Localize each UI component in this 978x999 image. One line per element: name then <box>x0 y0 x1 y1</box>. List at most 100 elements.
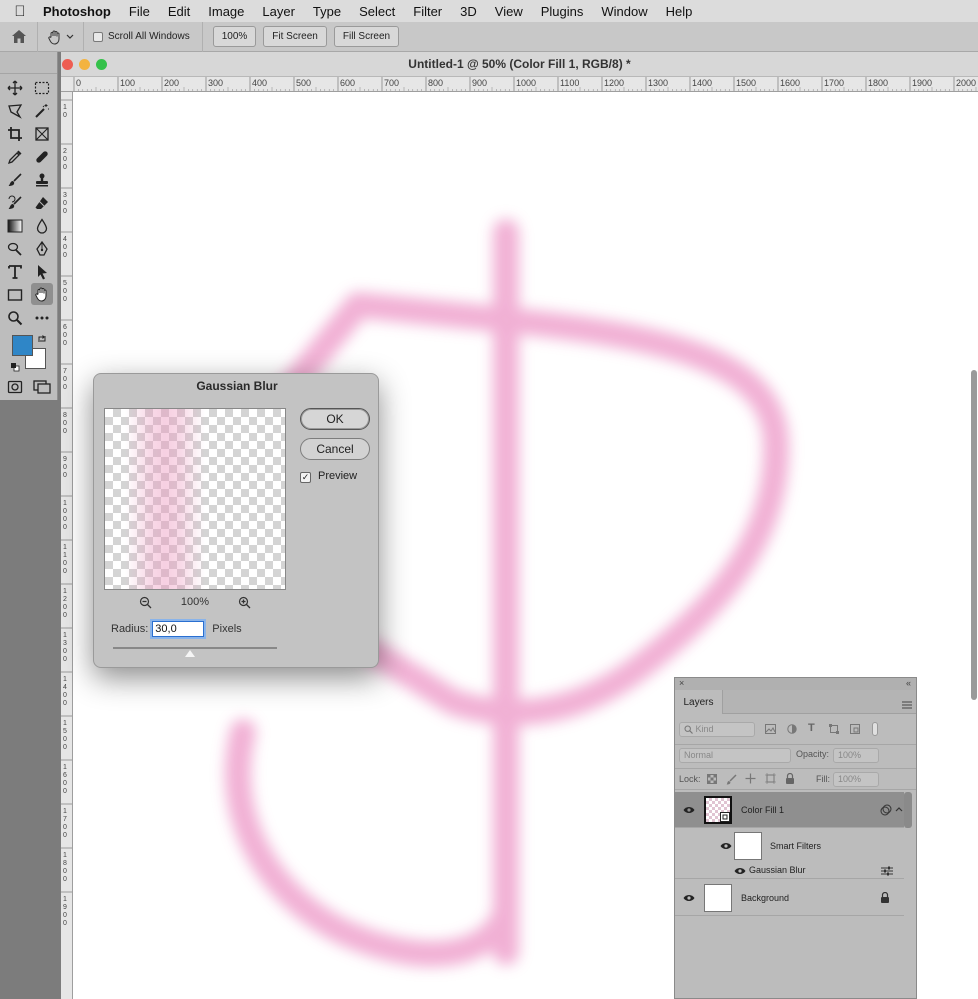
more-icon <box>35 316 49 320</box>
opacity-field[interactable]: 100% <box>833 748 879 763</box>
type-tool[interactable] <box>4 262 26 282</box>
ruler-left-label: 0 <box>63 920 67 927</box>
lock-position-icon[interactable] <box>745 773 756 784</box>
preview-checkbox[interactable]: ✓ <box>300 472 311 483</box>
ruler-left-label: 0 <box>63 200 67 207</box>
pen-tool[interactable] <box>31 239 53 259</box>
brush-tool[interactable] <box>4 170 26 190</box>
dodge-tool[interactable] <box>4 239 26 259</box>
layer-background[interactable]: Background <box>675 880 904 916</box>
ruler-top-label: 1900 <box>912 78 932 88</box>
panel-menu-button[interactable] <box>902 696 912 714</box>
menu-layer[interactable]: Layer <box>253 4 304 19</box>
menu-edit[interactable]: Edit <box>159 4 199 19</box>
filter-kind-select[interactable]: Kind <box>679 722 755 737</box>
smart-filter-mask-thumbnail[interactable] <box>734 832 762 860</box>
fit-screen-button[interactable]: Fit Screen <box>263 26 327 47</box>
menu-help[interactable]: Help <box>657 4 702 19</box>
expand-icon[interactable]: « <box>906 678 911 688</box>
healing-brush-tool[interactable] <box>31 147 53 167</box>
menu-select[interactable]: Select <box>350 4 404 19</box>
hand-icon <box>35 287 47 302</box>
crop-tool[interactable] <box>4 124 26 144</box>
gaussian-blur-filter-row[interactable]: Gaussian Blur <box>675 863 904 879</box>
menu-plugins[interactable]: Plugins <box>532 4 593 19</box>
filter-adjustment-icon[interactable] <box>787 724 797 734</box>
blur-tool[interactable] <box>31 216 53 236</box>
layer-color-fill-1[interactable]: Color Fill 1 <box>675 792 904 828</box>
eye-icon[interactable] <box>683 894 695 902</box>
history-brush-tool[interactable] <box>4 193 26 213</box>
eraser-tool[interactable] <box>31 193 53 213</box>
frame-tool[interactable] <box>31 124 53 144</box>
smart-filter-indicator-icon[interactable] <box>880 804 892 816</box>
eye-icon[interactable] <box>720 842 732 850</box>
move-tool[interactable] <box>4 78 26 98</box>
lasso-tool[interactable] <box>4 101 26 121</box>
eye-icon[interactable] <box>683 806 695 814</box>
home-button[interactable] <box>0 21 38 52</box>
clone-stamp-tool[interactable] <box>31 170 53 190</box>
hand-tool[interactable] <box>31 283 53 305</box>
default-colors-button[interactable] <box>8 360 22 374</box>
menu-app-photoshop[interactable]: Photoshop <box>40 4 120 19</box>
tool-preset-picker[interactable] <box>38 21 84 52</box>
menu-type[interactable]: Type <box>304 4 350 19</box>
menu-filter[interactable]: Filter <box>404 4 451 19</box>
apple-icon[interactable]:  <box>0 3 40 20</box>
lock-all-icon[interactable] <box>785 773 795 784</box>
ruler-left-label: 0 <box>63 296 67 303</box>
canvas-vertical-scrollbar[interactable] <box>971 370 977 700</box>
zoom-tool[interactable] <box>4 308 26 328</box>
tools-panel-grip[interactable] <box>0 52 57 74</box>
gradient-tool[interactable] <box>4 216 26 236</box>
opacity-label: Opacity: <box>796 749 830 759</box>
tab-layers[interactable]: Layers <box>675 690 723 714</box>
lock-icon[interactable] <box>880 892 890 903</box>
menu-3d[interactable]: 3D <box>451 4 486 19</box>
zoom-100-button[interactable]: 100% <box>212 26 257 47</box>
lock-pixels-icon[interactable] <box>726 774 737 785</box>
swap-colors-button[interactable] <box>35 332 49 346</box>
scroll-all-windows-checkbox[interactable] <box>93 31 103 42</box>
filter-toggle[interactable] <box>872 722 878 736</box>
filter-pixel-icon[interactable] <box>765 724 776 734</box>
layers-scrollbar[interactable] <box>904 792 912 828</box>
edit-toolbar-button[interactable] <box>31 308 53 328</box>
lock-transparent-icon[interactable] <box>707 774 717 784</box>
chevron-up-icon[interactable] <box>895 806 903 812</box>
eyedropper-tool[interactable] <box>4 147 26 167</box>
menu-file[interactable]: File <box>120 4 159 19</box>
filter-smart-object-icon[interactable] <box>850 724 860 734</box>
cancel-button[interactable]: Cancel <box>300 438 370 460</box>
radius-input[interactable] <box>152 621 205 637</box>
fill-field[interactable]: 100% <box>833 772 879 787</box>
smart-filters-row[interactable]: Smart Filters <box>675 829 904 863</box>
quick-mask-button[interactable] <box>4 377 26 397</box>
menu-window[interactable]: Window <box>592 4 656 19</box>
screen-mode-button[interactable] <box>31 377 53 397</box>
marquee-tool[interactable] <box>31 78 53 98</box>
filter-type-icon[interactable]: T <box>808 722 815 734</box>
menu-image[interactable]: Image <box>199 4 253 19</box>
fill-screen-button[interactable]: Fill Screen <box>333 26 400 47</box>
foreground-color-swatch[interactable] <box>12 335 33 356</box>
radius-slider[interactable] <box>113 647 277 649</box>
scroll-all-windows-option[interactable]: Scroll All Windows <box>93 21 203 52</box>
path-selection-tool[interactable] <box>31 262 53 282</box>
zoom-in-button[interactable] <box>238 596 251 612</box>
blend-mode-select[interactable]: Normal <box>679 748 791 763</box>
menubar:  Photoshop File Edit Image Layer Type S… <box>0 0 978 22</box>
filter-shape-icon[interactable] <box>829 724 839 734</box>
magic-wand-tool[interactable] <box>31 101 53 121</box>
ruler-top-label: 1100 <box>560 78 579 88</box>
menu-view[interactable]: View <box>486 4 532 19</box>
collapse-icon[interactable]: × <box>679 678 684 688</box>
rectangle-tool[interactable] <box>4 285 26 305</box>
filter-preview[interactable] <box>104 408 286 590</box>
lock-artboard-icon[interactable] <box>765 773 776 784</box>
ok-button[interactable]: OK <box>300 408 370 430</box>
radius-slider-thumb[interactable] <box>185 650 195 657</box>
eye-icon[interactable] <box>734 867 746 875</box>
blending-options-icon[interactable] <box>881 866 893 876</box>
